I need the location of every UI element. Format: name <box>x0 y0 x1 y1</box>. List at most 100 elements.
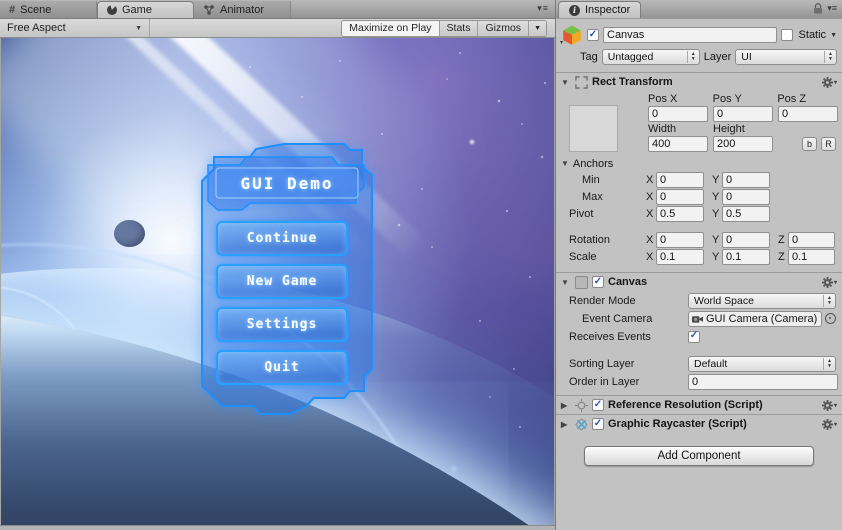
scale-x-field[interactable] <box>656 249 704 265</box>
sorting-layer-value: Default <box>694 357 728 370</box>
canvas-icon <box>574 275 588 289</box>
reference-resolution-header[interactable]: ▶ ✓ Reference Resolution (Script) ▾ <box>556 395 842 414</box>
panel-menu-icon[interactable]: ▾≡ <box>827 3 837 14</box>
canvas-enabled-checkbox[interactable]: ✓ <box>592 276 604 288</box>
max-y-field[interactable] <box>722 189 770 205</box>
aspect-label: Free Aspect <box>7 22 66 34</box>
layer-dropdown[interactable]: UI ▲ ▼ <box>735 49 837 65</box>
static-checkbox[interactable] <box>780 29 793 41</box>
pos-y-label: Pos Y <box>712 92 742 105</box>
height-field[interactable] <box>713 135 773 152</box>
scale-z-field[interactable] <box>788 249 835 265</box>
pos-x-field[interactable] <box>648 105 708 122</box>
event-camera-label: Event Camera <box>582 312 653 325</box>
event-camera-field[interactable]: GUI Camera (Camera) <box>688 310 822 327</box>
panel-menu-icon[interactable]: ▾≡ <box>537 3 549 14</box>
check-icon: ✓ <box>593 398 603 410</box>
foldout-icon[interactable]: ▶ <box>561 401 570 410</box>
blueprint-mode-button[interactable]: b <box>802 136 817 151</box>
tab-animator[interactable]: Animator <box>194 1 291 18</box>
continue-button[interactable]: Continue <box>216 221 348 256</box>
tab-inspector[interactable]: i Inspector <box>558 1 642 18</box>
x-axis-label: X <box>646 234 654 246</box>
order-in-layer-label: Order in Layer <box>569 375 640 388</box>
tag-label: Tag <box>580 51 598 63</box>
gear-icon[interactable]: ▾ <box>821 399 837 411</box>
animator-icon <box>204 4 214 15</box>
game-icon <box>107 5 117 15</box>
raw-edit-mode-button[interactable]: R <box>821 136 836 151</box>
pivot-label: Pivot <box>569 208 594 220</box>
anchors-foldout[interactable]: ▼ Anchors <box>556 154 842 171</box>
quit-button[interactable]: Quit <box>216 350 348 385</box>
gear-icon[interactable]: ▾ <box>821 276 837 288</box>
stats-button[interactable]: Stats <box>439 20 479 36</box>
pos-z-field[interactable] <box>778 105 838 122</box>
icon-dropdown-arrow: ▾ <box>560 40 564 46</box>
canvas-component-header[interactable]: ▼ ✓ Canvas ▾ <box>556 272 842 291</box>
x-axis-label: X <box>646 208 654 220</box>
layer-label: Layer <box>703 51 732 63</box>
rotation-row: Rotation X Y Z <box>569 232 836 248</box>
aspect-dropdown[interactable]: Free Aspect ▼ <box>0 19 150 37</box>
width-label: Width <box>648 122 677 135</box>
maximize-on-play-button[interactable]: Maximize on Play <box>342 20 440 36</box>
tab-scene[interactable]: # Scene <box>0 1 97 18</box>
width-field[interactable] <box>648 135 708 152</box>
moon <box>114 220 145 247</box>
tab-game[interactable]: Game <box>97 1 194 18</box>
max-x-field[interactable] <box>656 189 704 205</box>
gizmos-dropdown-arrow[interactable]: ▼ <box>529 20 546 36</box>
min-label: Min <box>582 174 600 186</box>
foldout-icon[interactable]: ▼ <box>561 78 570 87</box>
foldout-icon[interactable]: ▼ <box>561 278 570 287</box>
gameobject-header: ▾ ✓ Static ▼ <box>556 22 842 47</box>
pivot-row: Pivot X Y <box>569 206 836 222</box>
min-x-field[interactable] <box>656 172 704 188</box>
gizmos-button[interactable]: Gizmos <box>478 20 530 36</box>
lock-icon[interactable] <box>813 3 823 14</box>
tag-dropdown[interactable]: Untagged ▲ ▼ <box>601 49 700 65</box>
gear-icon[interactable]: ▾ <box>821 418 837 430</box>
pivot-x-field[interactable] <box>656 206 704 222</box>
anchor-preview[interactable] <box>569 105 618 152</box>
reference-resolution-checkbox[interactable]: ✓ <box>592 399 604 411</box>
active-checkbox[interactable]: ✓ <box>587 29 599 41</box>
settings-button[interactable]: Settings <box>216 307 348 342</box>
graphic-raycaster-header[interactable]: ▶ ✓ Graphic Raycaster (Script) ▾ <box>556 414 842 433</box>
toolbar-button-group: Maximize on Play Stats Gizmos ▼ <box>341 19 547 37</box>
scale-y-field[interactable] <box>722 249 770 265</box>
menu-panel: GUI Demo Continue New Game Settings Quit <box>196 141 378 424</box>
render-mode-dropdown[interactable]: World Space ▲ ▼ <box>688 292 836 309</box>
pivot-y-field[interactable] <box>722 206 770 222</box>
receives-events-checkbox[interactable]: ✓ <box>688 330 700 343</box>
scale-label: Scale <box>569 251 597 263</box>
inspector-panel: i Inspector ▾≡ ▾ ✓ Canvas Static ▼ Tag U… <box>555 0 842 530</box>
name-field[interactable] <box>603 27 777 43</box>
sorting-layer-label: Sorting Layer <box>569 357 635 370</box>
y-axis-label: Y <box>712 174 720 186</box>
rotation-y-field[interactable] <box>722 232 770 248</box>
pos-y-field[interactable] <box>713 105 773 122</box>
reference-resolution-title: Reference Resolution (Script) <box>608 399 763 411</box>
rect-transform-header[interactable]: ▼ Rect Transform ▾ <box>556 73 842 91</box>
static-dropdown-arrow[interactable]: ▼ <box>830 32 837 39</box>
stars <box>1 38 3 40</box>
add-component-button[interactable]: Add Component <box>584 446 814 466</box>
gear-icon[interactable]: ▾ <box>821 76 837 88</box>
sorting-layer-dropdown[interactable]: Default ▲ ▼ <box>688 355 836 372</box>
graphic-raycaster-checkbox[interactable]: ✓ <box>592 418 604 430</box>
rotation-z-field[interactable] <box>788 232 835 248</box>
foldout-icon[interactable]: ▶ <box>561 420 570 429</box>
info-icon: i <box>569 4 580 16</box>
order-in-layer-row: Order in Layer <box>569 373 838 390</box>
y-axis-label: Y <box>712 234 720 246</box>
object-picker-icon[interactable] <box>825 313 836 324</box>
new-game-button[interactable]: New Game <box>216 264 348 299</box>
rotation-x-field[interactable] <box>656 232 704 248</box>
gameobject-icon[interactable]: ▾ <box>560 24 583 46</box>
min-y-field[interactable] <box>722 172 770 188</box>
order-in-layer-field[interactable] <box>688 373 838 390</box>
y-axis-label: Y <box>712 191 720 203</box>
tab-scene-label: Scene <box>20 3 52 16</box>
